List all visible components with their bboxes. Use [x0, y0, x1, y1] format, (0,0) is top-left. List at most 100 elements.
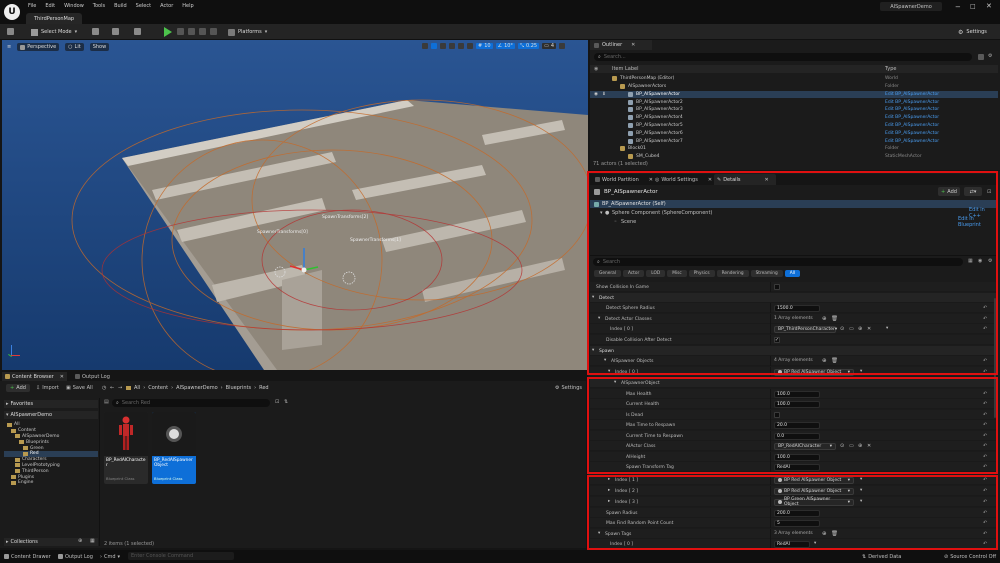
edit-blueprint-link[interactable]: Edit BP_AISpawnerActor [885, 139, 939, 144]
minimize-button[interactable]: − [955, 3, 961, 11]
browse-icon[interactable]: ▭ [849, 443, 854, 449]
menu-file[interactable]: File [28, 3, 36, 9]
settings-button[interactable]: ⚙ Settings [958, 27, 987, 37]
tag-value-field[interactable]: RedAI [774, 540, 810, 548]
visibility-eye-icon[interactable]: ◉ [594, 92, 598, 97]
stop-icon[interactable] [188, 28, 195, 35]
filter-misc[interactable]: Misc [667, 270, 687, 277]
property-splitter[interactable] [770, 324, 771, 334]
reset-arrow-icon[interactable]: ↶ [983, 316, 987, 322]
reset-arrow-icon[interactable]: ↶ [983, 499, 987, 505]
edit-in-blueprint-link[interactable]: Edit in Blueprint [958, 216, 996, 228]
outliner-row[interactable]: AISpawnerActors Folder [590, 83, 998, 91]
object-selector[interactable]: BP Red AISpawner Object ▾ [774, 368, 854, 376]
property-value-field[interactable]: RedAI [774, 463, 820, 471]
save-search-icon[interactable]: ⊡ [275, 399, 279, 405]
chevron-down-icon[interactable]: ▾ [860, 488, 862, 493]
outliner-row[interactable]: BP_AISpawnerActor2 Edit BP_AISpawnerActor [590, 98, 998, 106]
close-icon[interactable]: ✕ [765, 177, 769, 183]
chevron-down-icon[interactable]: ▾ [608, 369, 610, 374]
clear-icon[interactable]: ✕ [867, 443, 871, 449]
breadcrumb-all[interactable]: All [134, 385, 140, 391]
property-splitter[interactable] [770, 367, 771, 377]
property-splitter[interactable] [770, 497, 771, 507]
component-sphere[interactable]: ▾ ● Sphere Component (SphereComponent) E… [590, 207, 996, 219]
property-splitter[interactable] [770, 441, 771, 451]
use-selected-icon[interactable]: ⊙ [840, 443, 844, 449]
pin-icon[interactable]: ⬇ [602, 92, 606, 97]
camera-speed[interactable]: ▭ 4 [542, 43, 557, 49]
platforms-dropdown[interactable]: Platforms ▾ [228, 27, 267, 37]
filter-streaming[interactable]: Streaming [750, 270, 783, 277]
filter-rendering[interactable]: Rendering [716, 270, 749, 277]
property-splitter[interactable] [770, 399, 771, 409]
reset-arrow-icon[interactable]: ⊕ [858, 443, 862, 449]
property-value-field[interactable]: 0.0 [774, 432, 820, 440]
blueprint-icon[interactable] [112, 28, 119, 35]
add-button[interactable]: + Add [6, 384, 30, 392]
grid-snap[interactable]: #10 [476, 43, 493, 49]
reset-arrow-icon[interactable]: ↶ [983, 520, 987, 526]
close-button[interactable]: ✕ [986, 2, 992, 10]
hamburger-icon[interactable]: ≡ [7, 44, 11, 50]
favorites-header[interactable]: ▸ Favorites [4, 400, 98, 408]
property-value-field[interactable]: 200.0 [774, 509, 820, 517]
edit-blueprint-link[interactable]: Edit BP_AISpawnerActor [885, 131, 939, 136]
outliner-row[interactable]: ThirdPersonMap (Editor) World [590, 75, 998, 83]
property-row[interactable]: ▾ AISpawnerObject [590, 378, 997, 388]
play-options-icon[interactable] [210, 28, 217, 35]
outliner-row[interactable]: BP_AISpawnerActor6 Edit BP_AISpawnerActor [590, 130, 998, 138]
property-splitter[interactable] [770, 356, 771, 366]
menu-window[interactable]: Window [64, 3, 84, 9]
level-tab[interactable]: ThirdPersonMap [26, 13, 83, 24]
close-icon[interactable]: ✕ [708, 177, 712, 183]
property-value-field[interactable]: 1500.0 [774, 304, 820, 312]
outliner-row[interactable]: BP_AISpawnerActor4 Edit BP_AISpawnerActor [590, 114, 998, 122]
chevron-down-icon[interactable]: ▾ [592, 295, 594, 300]
scale-tool-icon[interactable] [449, 43, 455, 49]
property-splitter[interactable] [770, 282, 771, 292]
property-splitter[interactable] [770, 431, 771, 441]
menu-tools[interactable]: Tools [93, 3, 105, 9]
world-space-icon[interactable] [458, 43, 464, 49]
reset-arrow-icon[interactable]: ↶ [983, 488, 987, 494]
property-splitter[interactable] [770, 303, 771, 313]
visibility-eye-icon[interactable]: ◉ [978, 258, 982, 264]
property-splitter[interactable] [770, 508, 771, 518]
reset-arrow-icon[interactable]: ↶ [983, 422, 987, 428]
breadcrumb-red[interactable]: Red [259, 385, 269, 391]
property-value-field[interactable]: 100.0 [774, 400, 820, 408]
edit-blueprint-link[interactable]: Edit BP_AISpawnerActor [885, 92, 939, 97]
chevron-down-icon[interactable]: ▾ [860, 499, 862, 504]
add-component-button[interactable]: + Add [938, 187, 960, 196]
reset-arrow-icon[interactable]: ⊕ [858, 326, 862, 332]
property-splitter[interactable] [770, 518, 771, 528]
trash-icon[interactable]: 🗑 [831, 531, 838, 537]
category-header[interactable]: ▾ Detect [590, 293, 997, 303]
reset-arrow-icon[interactable]: ↶ [983, 464, 987, 470]
tab-output-log[interactable]: Output Log [72, 372, 113, 381]
reset-arrow-icon[interactable]: ↶ [983, 305, 987, 311]
gear-icon[interactable]: ⚙ [988, 258, 992, 264]
folder-tree-item[interactable]: Engine [4, 480, 98, 486]
chevron-down-icon[interactable]: ▾ [598, 316, 600, 321]
add-element-icon[interactable]: ⊕ [822, 316, 827, 322]
property-value-field[interactable]: 100.0 [774, 453, 820, 461]
content-search[interactable]: ⌕ Search Red [112, 399, 270, 407]
property-matrix-icon[interactable]: ▦ [968, 258, 973, 264]
tab-world-partition[interactable]: World Partition ✕ [592, 174, 656, 185]
component-self[interactable]: BP_AISpawnerActor (Self) [590, 200, 996, 208]
property-value-field[interactable]: 5 [774, 519, 820, 527]
outliner-row[interactable]: Block01 Folder [590, 145, 998, 153]
chevron-down-icon[interactable]: ▾ [814, 541, 816, 546]
edit-blueprint-link[interactable]: Edit BP_AISpawnerActor [885, 107, 939, 112]
scale-snap[interactable]: ⤡ 0.25 [517, 43, 540, 49]
breadcrumb-blueprints[interactable]: Blueprints [226, 385, 251, 391]
add-element-icon[interactable]: ⊕ [822, 358, 827, 364]
outliner-tab[interactable]: Outliner ✕ [590, 40, 652, 50]
property-value-field[interactable]: 100.0 [774, 390, 820, 398]
add-collection-icon[interactable]: ⊕ [78, 538, 82, 544]
surface-snap-icon[interactable] [467, 43, 473, 49]
project-header[interactable]: ▾ AISpawnerDemo [4, 411, 98, 419]
maximize-viewport-icon[interactable] [559, 43, 566, 49]
